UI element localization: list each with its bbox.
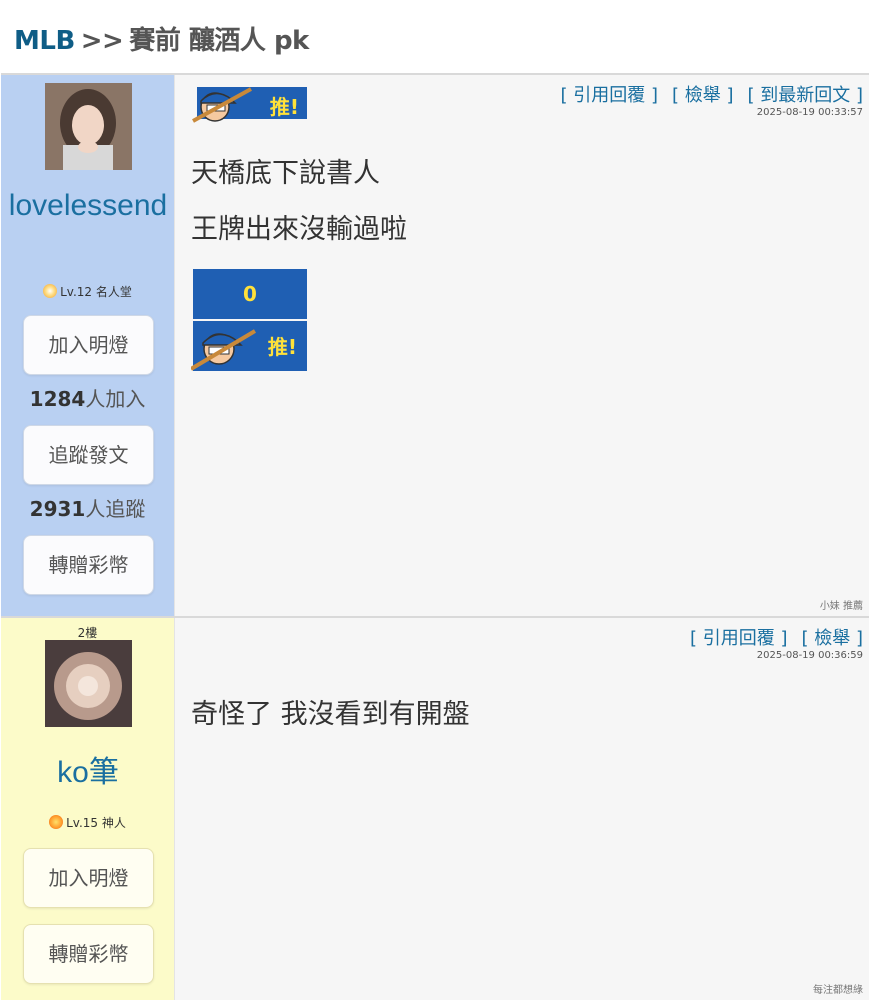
post-1: lovelessend Lv.12 名人堂 加入明燈 1284人加入 追蹤發文 … xyxy=(1,73,869,616)
post-content: 推! [ 引用回覆 ] [ 檢舉 ] [ 到最新回文 ] 2025-08-19 00… xyxy=(174,75,869,616)
breadcrumb-board-link[interactable]: MLB xyxy=(14,26,75,56)
post-actions: [ 引用回覆 ] [ 檢舉 ] [ 到最新回文 ] xyxy=(547,81,864,107)
avatar-photo-icon xyxy=(45,83,132,170)
push-count: 0 xyxy=(193,269,307,319)
quote-reply-link[interactable]: [ 引用回覆 ] xyxy=(561,85,659,106)
gift-coins-button[interactable]: 轉贈彩幣 xyxy=(23,535,154,595)
post-footnote: 每注都想綠 xyxy=(813,985,863,996)
floor-number: 2樓 xyxy=(77,626,98,640)
avatar[interactable] xyxy=(45,83,132,170)
quote-reply-link[interactable]: [ 引用回覆 ] xyxy=(690,628,788,649)
user-level-label: Lv.15 神人 xyxy=(66,816,126,830)
breadcrumb: MLB >> 賽前 釀酒人 pk xyxy=(14,20,309,57)
username[interactable]: lovelessend xyxy=(7,187,169,225)
post-timestamp: 2025-08-19 00:33:57 xyxy=(756,107,863,118)
track-count: 2931人追蹤 xyxy=(1,493,174,522)
track-count-suffix: 人追蹤 xyxy=(85,497,146,521)
page-title: 賽前 釀酒人 pk xyxy=(129,26,309,56)
light-count-suffix: 人加入 xyxy=(85,387,146,411)
light-count-value: 1284 xyxy=(29,387,86,411)
add-light-button[interactable]: 加入明燈 xyxy=(23,315,154,375)
post-content: [ 引用回覆 ] [ 檢舉 ] 2025-08-19 00:36:59 奇怪了 我… xyxy=(174,618,869,1000)
report-link[interactable]: [ 檢舉 ] xyxy=(672,85,734,106)
post-2: 2樓 ko筆 Lv.15 神人 加入明燈 轉贈彩幣 [ 引用回覆 ] [ 檢舉 ]… xyxy=(1,616,869,1000)
post-line: 王牌出來沒輸過啦 xyxy=(191,214,407,245)
level-badge-icon xyxy=(43,284,58,298)
post-line: 奇怪了 我沒看到有開盤 xyxy=(191,699,470,730)
post-actions: [ 引用回覆 ] [ 檢舉 ] xyxy=(676,624,863,650)
user-level: Lv.12 名人堂 xyxy=(1,283,174,300)
baseball-mascot-icon xyxy=(191,329,257,371)
author-sidebar: 2樓 ko筆 Lv.15 神人 加入明燈 轉贈彩幣 xyxy=(1,618,174,1000)
user-level-label: Lv.12 名人堂 xyxy=(60,285,132,299)
breadcrumb-separator: >> xyxy=(80,26,124,56)
post-timestamp: 2025-08-19 00:36:59 xyxy=(756,650,863,661)
avatar-photo-icon xyxy=(45,640,132,727)
post-line: 天橋底下說書人 xyxy=(191,158,380,189)
author-sidebar: lovelessend Lv.12 名人堂 加入明燈 1284人加入 追蹤發文 … xyxy=(1,75,174,616)
track-count-value: 2931 xyxy=(29,497,86,521)
level-badge-icon xyxy=(49,815,64,829)
push-banner-label: 推! xyxy=(269,95,299,119)
push-vote-widget[interactable]: 0 推! xyxy=(191,269,309,373)
gift-coins-button[interactable]: 轉贈彩幣 xyxy=(23,924,154,984)
post-footnote: 小妹 推薦 xyxy=(819,601,863,612)
username[interactable]: ko筆 xyxy=(7,754,169,792)
light-count: 1284人加入 xyxy=(1,383,174,412)
add-light-button[interactable]: 加入明燈 xyxy=(23,848,154,908)
user-level: Lv.15 神人 xyxy=(1,814,174,831)
latest-reply-link[interactable]: [ 到最新回文 ] xyxy=(748,85,864,106)
report-link[interactable]: [ 檢舉 ] xyxy=(802,628,864,649)
avatar[interactable] xyxy=(45,640,132,727)
push-button-label: 推! xyxy=(267,335,297,359)
track-posts-button[interactable]: 追蹤發文 xyxy=(23,425,154,485)
push-banner[interactable]: 推! xyxy=(191,85,309,123)
